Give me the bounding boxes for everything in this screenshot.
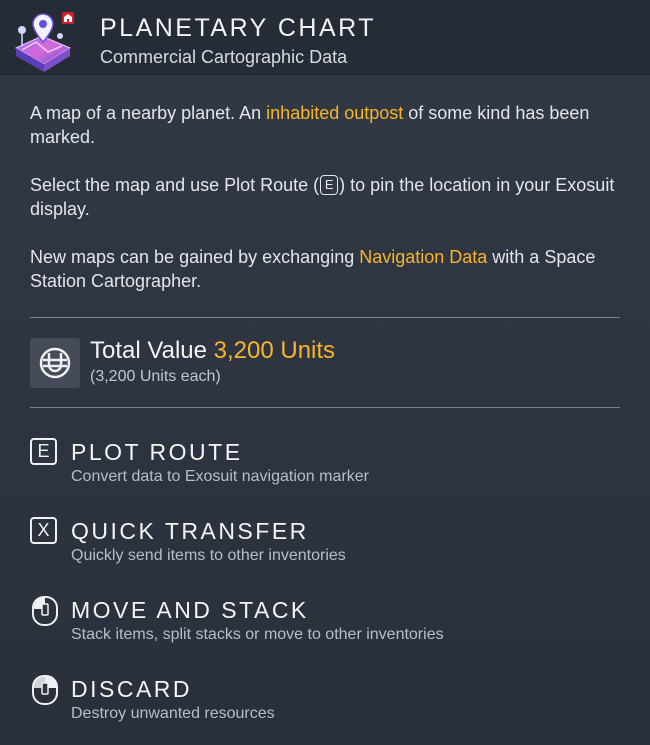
description-paragraph-2: Select the map and use Plot Route (E) to… <box>30 173 620 221</box>
highlight-inhabited-outpost: inhabited outpost <box>266 103 404 123</box>
key-x-label: X <box>30 517 57 544</box>
mouse-left-icon <box>30 596 60 626</box>
item-subtitle: Commercial Cartographic Data <box>100 47 348 67</box>
total-value-label: Total Value <box>90 337 207 364</box>
divider <box>30 407 620 408</box>
divider <box>30 317 620 318</box>
highlight-navigation-data: Navigation Data <box>359 247 488 267</box>
item-header: PLANETARY CHART Commercial Cartographic … <box>0 0 650 75</box>
description-text: New maps can be gained by exchanging <box>30 247 360 267</box>
key-x-icon: X <box>30 517 60 547</box>
key-e-inline-icon: E <box>320 175 339 195</box>
description-text: A map of a nearby planet. An <box>30 103 267 123</box>
units-icon <box>30 338 80 388</box>
description-text: Select the map and use Plot Route ( <box>30 175 320 195</box>
unit-value-each: (3,200 Units each) <box>90 368 221 385</box>
item-title: PLANETARY CHART <box>100 14 377 42</box>
description-paragraph-3: New maps can be gained by exchanging Nav… <box>30 245 620 293</box>
total-value-amount: 3,200 Units <box>213 337 336 364</box>
action-title: QUICK TRANSFER <box>71 518 309 544</box>
action-description: Quickly send items to other inventories <box>71 547 346 564</box>
mouse-right-icon <box>30 675 60 705</box>
action-title: MOVE AND STACK <box>71 597 309 623</box>
action-description: Stack items, split stacks or move to oth… <box>71 626 444 643</box>
action-description: Destroy unwanted resources <box>71 705 275 722</box>
key-e-label: E <box>30 438 57 465</box>
total-value: Total Value 3,200 Units <box>90 337 335 365</box>
action-title: PLOT ROUTE <box>71 439 243 465</box>
action-title: DISCARD <box>71 676 193 702</box>
action-description: Convert data to Exosuit navigation marke… <box>71 468 369 485</box>
key-e-icon: E <box>30 438 60 468</box>
planetary-chart-icon <box>12 8 74 74</box>
item-tooltip-panel: PLANETARY CHART Commercial Cartographic … <box>0 0 650 745</box>
description-paragraph-1: A map of a nearby planet. An inhabited o… <box>30 101 620 149</box>
